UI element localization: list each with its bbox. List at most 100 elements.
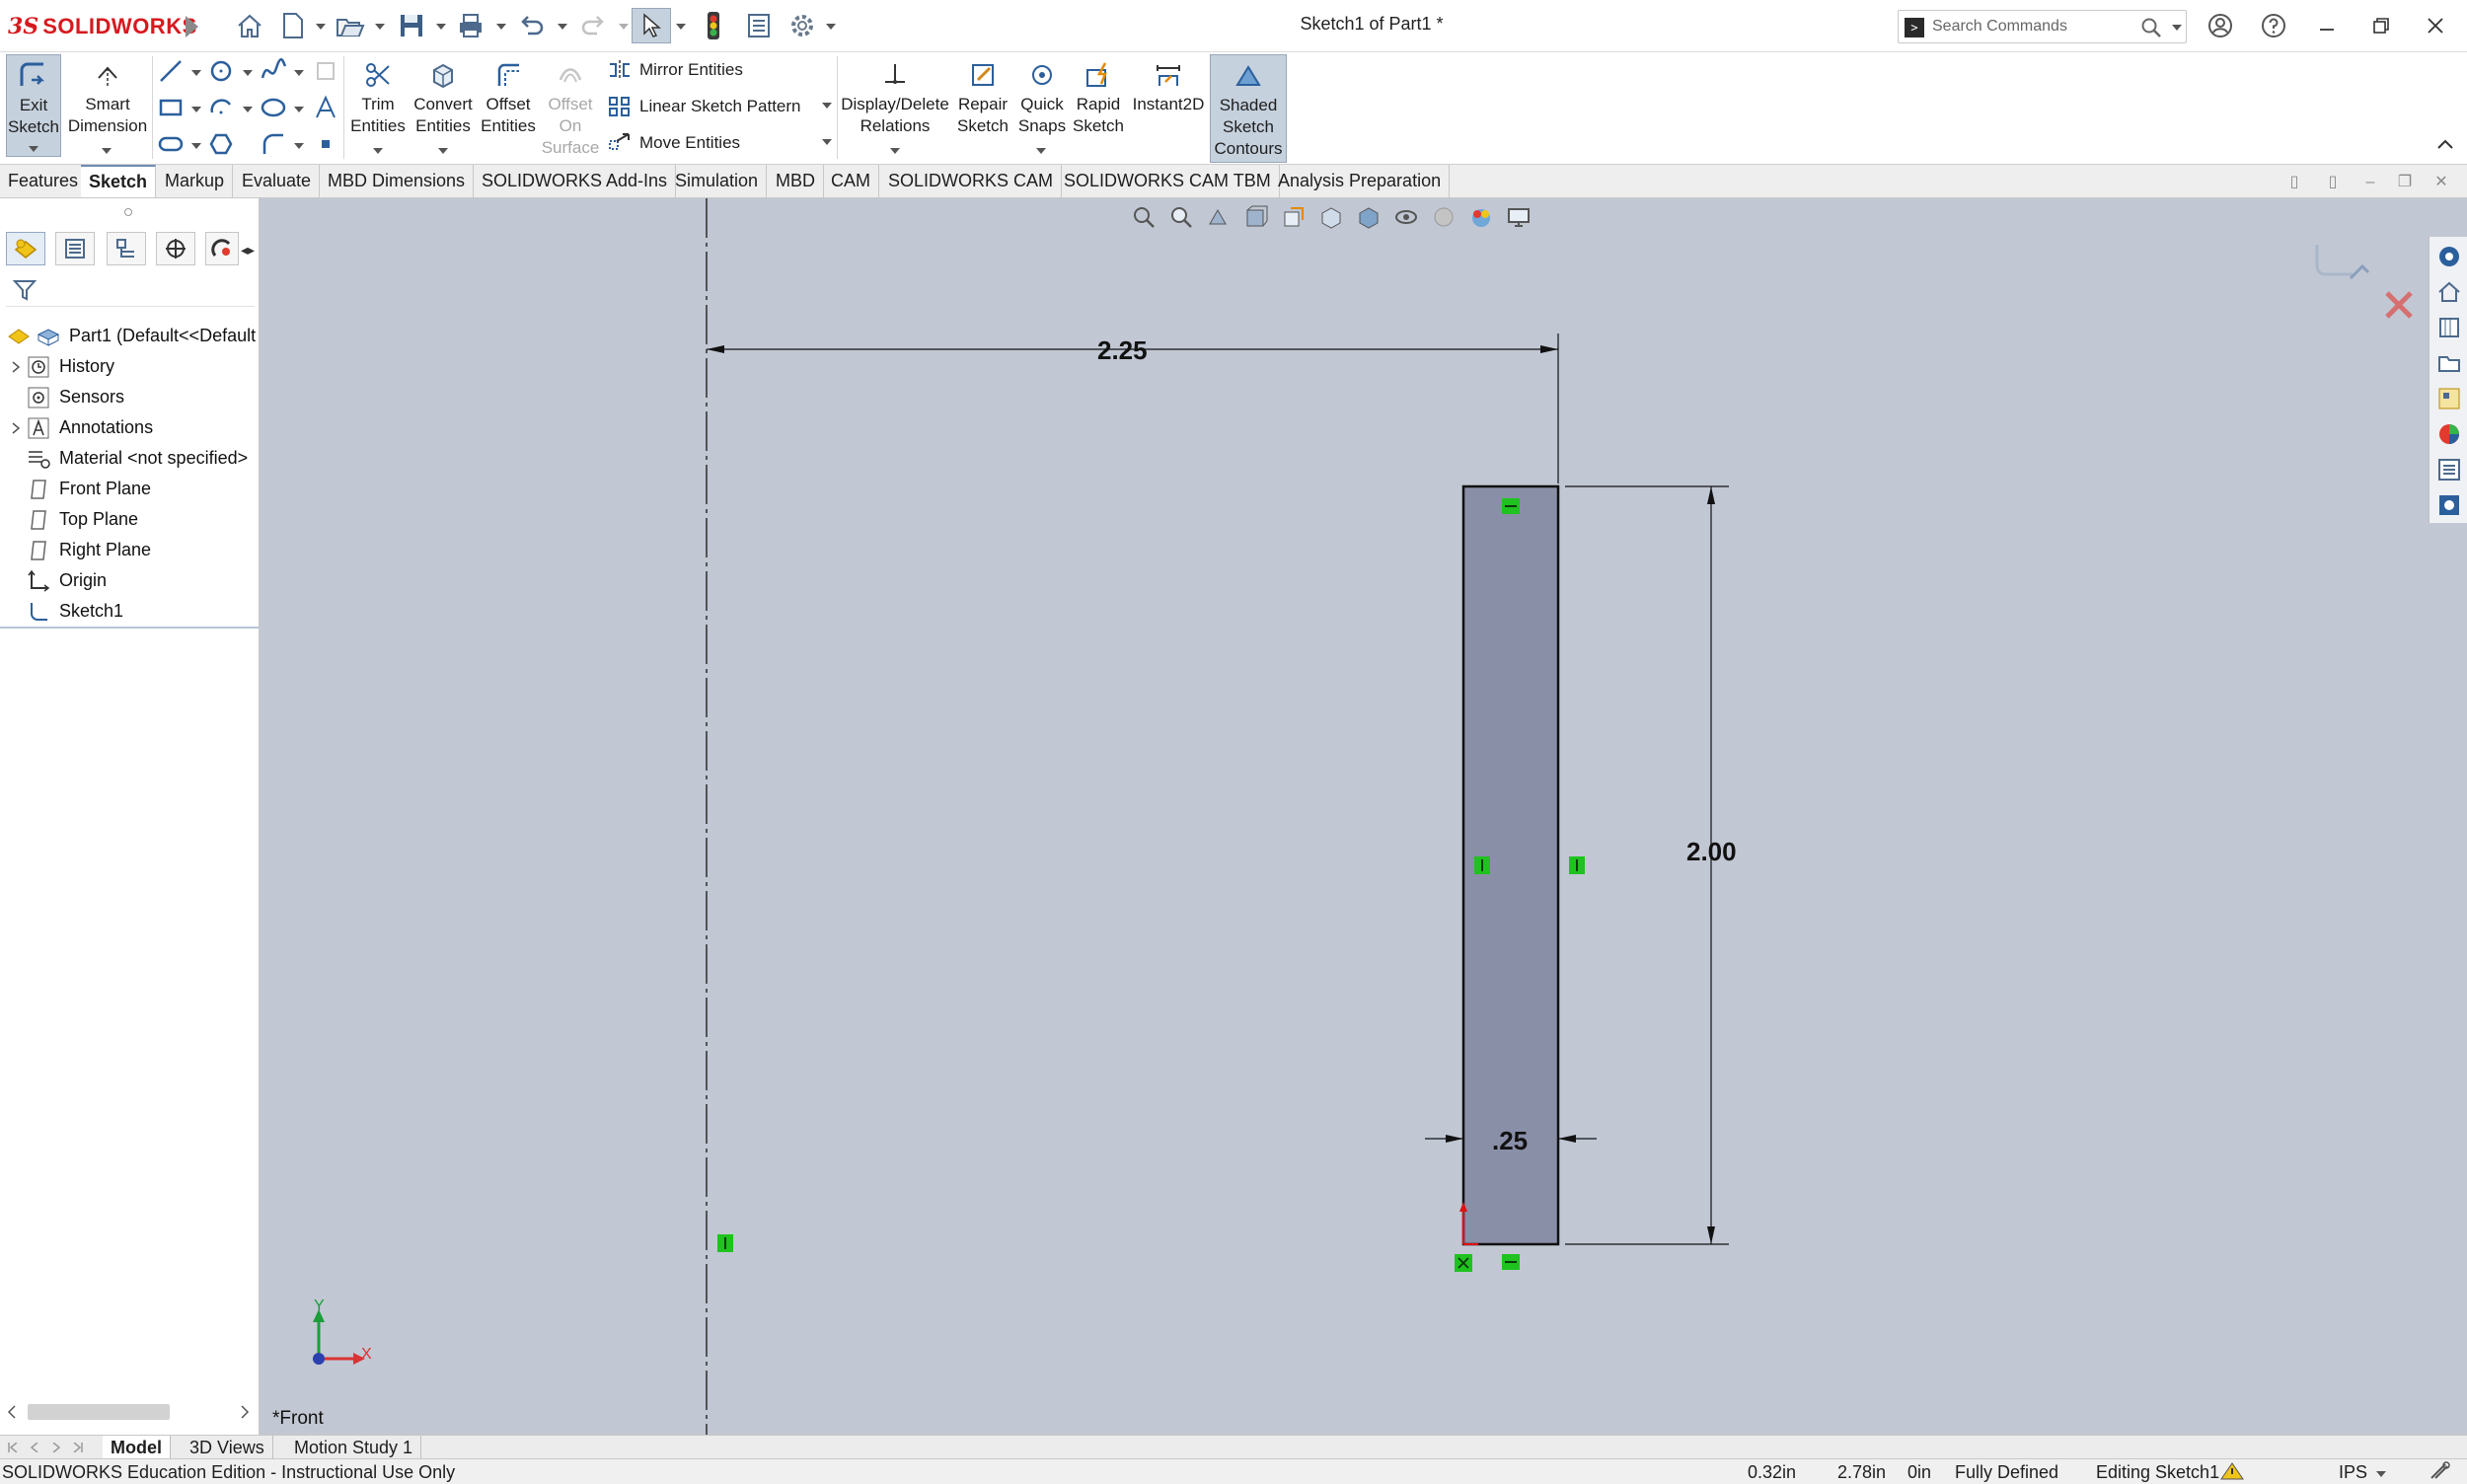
tab-simulation[interactable]: Simulation	[667, 165, 768, 197]
dimxpert-manager-tab-icon[interactable]	[156, 232, 195, 265]
search-dropdown-icon[interactable]	[2172, 25, 2182, 31]
search-commands-box[interactable]: >	[1898, 10, 2187, 43]
property-manager-tab-icon[interactable]	[55, 232, 95, 265]
tab-evaluate[interactable]: Evaluate	[234, 165, 321, 197]
help-icon[interactable]	[2252, 6, 2295, 45]
arc-icon[interactable]	[206, 93, 236, 122]
sketch-canvas[interactable]	[260, 198, 2467, 1435]
save-dropdown-icon[interactable]	[436, 24, 446, 30]
slot-icon[interactable]	[156, 129, 186, 159]
move-entities-button[interactable]: Move Entities	[606, 128, 740, 158]
file-properties-icon[interactable]	[742, 8, 776, 43]
rectangle-dropdown-icon[interactable]	[191, 107, 201, 112]
expand-arrow-icon[interactable]	[8, 421, 24, 434]
fillet-dropdown-icon[interactable]	[294, 143, 304, 149]
scroll-thumb[interactable]	[28, 1404, 170, 1420]
trim-dropdown-icon[interactable]	[373, 148, 383, 154]
tab-cam[interactable]: CAM	[823, 165, 879, 197]
design-library-icon[interactable]	[2433, 312, 2465, 343]
quick-snaps-dropdown-icon[interactable]	[1036, 148, 1046, 154]
tab-solidworks-cam-tbm[interactable]: SOLIDWORKS CAM TBM	[1056, 165, 1280, 197]
tab-model[interactable]: Model	[103, 1436, 171, 1459]
text-icon[interactable]	[311, 93, 340, 122]
forum-icon[interactable]	[2433, 489, 2465, 521]
dimension-0-25[interactable]: .25	[1492, 1126, 1528, 1156]
first-tab-arrow-icon[interactable]	[4, 1440, 22, 1455]
tile-left-icon[interactable]: ▯	[2284, 174, 2304, 191]
convert-entities-button[interactable]: Convert Entities	[411, 54, 476, 137]
search-input[interactable]	[1932, 14, 2130, 39]
collapse-ribbon-icon[interactable]	[2435, 135, 2455, 156]
next-tab-arrow-icon[interactable]	[47, 1440, 65, 1455]
solidworks-resources-icon[interactable]	[2433, 241, 2465, 272]
ellipse-dropdown-icon[interactable]	[294, 107, 304, 112]
relations-dropdown-icon[interactable]	[890, 148, 900, 154]
print-icon[interactable]	[454, 8, 487, 43]
tab-mbd-dimensions[interactable]: MBD Dimensions	[320, 165, 475, 197]
point-icon[interactable]	[311, 129, 340, 159]
offset-entities-button[interactable]: Offset Entities	[478, 54, 539, 137]
tab-sketch[interactable]: Sketch	[81, 165, 157, 197]
configuration-manager-tab-icon[interactable]	[107, 232, 146, 265]
open-icon[interactable]	[334, 8, 367, 43]
solidworks-logo[interactable]: 3S SOLIDWORKS	[8, 12, 197, 41]
save-icon[interactable]	[395, 8, 428, 43]
view-settings-icon[interactable]	[1500, 201, 1537, 233]
tab-motion-study-1[interactable]: Motion Study 1	[286, 1436, 422, 1459]
quick-snaps-button[interactable]: Quick Snaps	[1016, 54, 1068, 137]
slot-dropdown-icon[interactable]	[191, 143, 201, 149]
rectangle-icon[interactable]	[156, 93, 186, 122]
polygon-icon[interactable]	[206, 129, 236, 159]
tree-item-sensors[interactable]: Sensors	[0, 382, 259, 412]
file-explorer-icon[interactable]	[2433, 347, 2465, 379]
doc-restore-icon[interactable]: ❐	[2395, 174, 2415, 191]
rapid-sketch-button[interactable]: Rapid Sketch	[1070, 54, 1127, 137]
shaded-sketch-contours-button[interactable]: Shaded Sketch Contours	[1210, 54, 1287, 163]
exit-sketch-dropdown-icon[interactable]	[29, 146, 38, 152]
restore-icon[interactable]	[2359, 6, 2403, 45]
ellipse-icon[interactable]	[259, 93, 288, 122]
tile-right-icon[interactable]: ▯	[2323, 174, 2343, 191]
line-icon[interactable]	[156, 56, 186, 86]
tree-item-history[interactable]: History	[0, 351, 259, 382]
display-manager-tab-icon[interactable]	[205, 232, 239, 265]
home-resources-icon[interactable]	[2433, 276, 2465, 308]
redo-dropdown-icon[interactable]	[619, 24, 629, 30]
mirror-entities-button[interactable]: Mirror Entities	[606, 55, 743, 85]
options-icon[interactable]	[785, 8, 819, 43]
previous-view-icon[interactable]	[1200, 201, 1237, 233]
tree-item-top-plane[interactable]: Top Plane	[0, 504, 259, 535]
view-palette-icon[interactable]	[2433, 383, 2465, 414]
apply-scene-icon[interactable]	[1462, 201, 1500, 233]
tab-analysis-preparation[interactable]: Analysis Preparation	[1270, 165, 1451, 197]
fillet-icon[interactable]	[259, 129, 288, 159]
doc-minimize-icon[interactable]: –	[2360, 174, 2380, 191]
expand-arrow-icon[interactable]	[8, 360, 24, 373]
unit-dropdown-icon[interactable]	[2376, 1462, 2386, 1483]
convert-dropdown-icon[interactable]	[438, 148, 448, 154]
section-view-icon[interactable]	[1237, 201, 1275, 233]
tree-item-material[interactable]: Material <not specified>	[0, 443, 259, 474]
display-style-icon[interactable]	[1350, 201, 1387, 233]
dimension-2-00[interactable]: 2.00	[1686, 837, 1737, 867]
open-dropdown-icon[interactable]	[375, 24, 385, 30]
hide-show-items-icon[interactable]	[1387, 201, 1425, 233]
options-dropdown-icon[interactable]	[826, 24, 836, 30]
instant2d-button[interactable]: Instant2D	[1129, 54, 1208, 115]
pattern-dropdown-icon[interactable]	[822, 103, 832, 109]
select-icon[interactable]	[632, 8, 671, 43]
tree-item-origin[interactable]: Origin	[0, 565, 259, 596]
tree-root-part[interactable]: Part1 (Default<<Default	[0, 321, 259, 351]
new-file-icon[interactable]	[278, 8, 308, 43]
exit-sketch-button[interactable]: Exit Sketch	[6, 54, 61, 157]
custom-properties-icon[interactable]	[2433, 454, 2465, 485]
prev-tab-arrow-icon[interactable]	[26, 1440, 43, 1455]
last-tab-arrow-icon[interactable]	[69, 1440, 87, 1455]
print-dropdown-icon[interactable]	[496, 24, 506, 30]
tree-item-annotations[interactable]: Annotations	[0, 412, 259, 443]
move-dropdown-icon[interactable]	[822, 139, 832, 145]
zoom-to-area-icon[interactable]	[1162, 201, 1200, 233]
tab-3d-views[interactable]: 3D Views	[182, 1436, 273, 1459]
tree-item-right-plane[interactable]: Right Plane	[0, 535, 259, 565]
smart-dimension-button[interactable]: Smart Dimension	[65, 54, 150, 137]
